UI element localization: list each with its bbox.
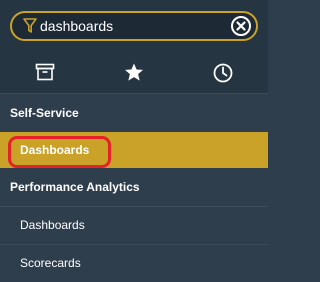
menu-item-self-service-dashboards[interactable]: Dashboards [0,132,268,168]
tab-history[interactable] [178,53,267,93]
filter-icon [23,18,37,34]
star-icon [124,63,143,81]
clock-icon [213,63,232,83]
menu-item-pa-scorecards[interactable]: Scorecards [0,244,268,270]
menu-item-label: Dashboards [20,143,90,157]
menu-item-label: Dashboards [20,218,85,232]
navigator-tabs [0,53,268,93]
menu-item-label: Scorecards [20,256,81,270]
menu-item-pa-dashboards[interactable]: Dashboards [0,206,268,244]
section-label: Self-Service [10,106,79,120]
section-performance-analytics[interactable]: Performance Analytics [0,168,268,206]
section-label: Performance Analytics [10,180,140,194]
clear-icon[interactable] [230,15,252,37]
tab-favorites[interactable] [89,53,178,93]
archive-box-icon [35,63,54,81]
tab-all-applications[interactable] [0,53,89,93]
filter-navigator[interactable] [10,11,258,41]
filter-input[interactable] [40,13,230,39]
navigator-header [0,0,268,94]
section-self-service[interactable]: Self-Service [0,94,268,132]
